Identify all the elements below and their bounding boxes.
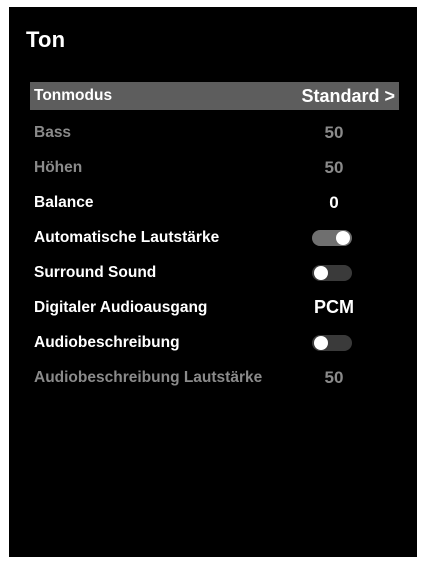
menu-item-label: Surround Sound (34, 263, 157, 281)
menu-item-automatische-lautstaerke[interactable]: Automatische Lautstärke (30, 220, 399, 255)
menu-item-audiobeschreibung[interactable]: Audiobeschreibung (30, 325, 399, 360)
menu-item-bass[interactable]: Bass 50 (30, 115, 399, 150)
menu-item-value: 0 (329, 192, 339, 212)
sound-settings-panel: Ton Tonmodus Standard > Bass 50 Höhen 50… (9, 7, 417, 557)
toggle-knob (314, 335, 328, 350)
toggle-switch-off[interactable] (312, 264, 352, 281)
menu-item-label: Digitaler Audioausgang (34, 298, 208, 316)
menu-item-label: Balance (34, 193, 94, 211)
menu-item-digitaler-audioausgang[interactable]: Digitaler Audioausgang PCM (30, 290, 399, 325)
menu-item-label: Audiobeschreibung Lautstärke (34, 368, 263, 386)
menu-item-value: 50 (324, 157, 344, 177)
toggle-knob (336, 230, 350, 245)
menu-item-balance[interactable]: Balance 0 (30, 185, 399, 220)
menu-item-audiobeschreibung-lautstaerke[interactable]: Audiobeschreibung Lautstärke 50 (30, 360, 399, 395)
menu-item-label: Tonmodus (34, 87, 113, 104)
menu-item-value: 50 (324, 122, 344, 142)
menu-item-hoehen[interactable]: Höhen 50 (30, 150, 399, 185)
toggle-knob (314, 265, 328, 280)
toggle-switch-on[interactable] (312, 229, 352, 246)
page-title: Ton (26, 27, 66, 52)
settings-menu: Tonmodus Standard > Bass 50 Höhen 50 Bal… (30, 82, 399, 395)
menu-item-value: 50 (324, 367, 344, 387)
menu-item-value: PCM (314, 297, 354, 317)
menu-item-label: Bass (34, 123, 72, 141)
menu-item-value: Standard > (301, 85, 395, 106)
menu-item-label: Höhen (34, 158, 83, 176)
menu-item-label: Audiobeschreibung (34, 333, 180, 351)
menu-item-label: Automatische Lautstärke (34, 228, 220, 246)
toggle-switch-off[interactable] (312, 334, 352, 351)
menu-item-surround-sound[interactable]: Surround Sound (30, 255, 399, 290)
menu-item-tonmodus[interactable]: Tonmodus Standard > (30, 82, 399, 110)
